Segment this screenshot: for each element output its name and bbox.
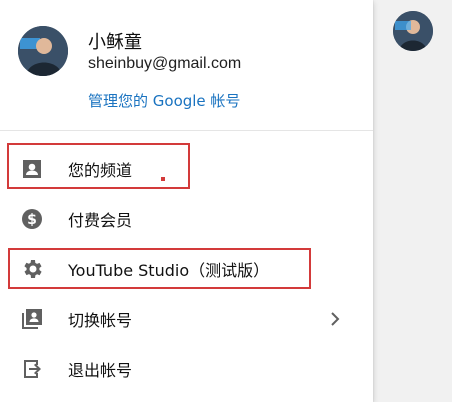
svg-text:$: $: [27, 212, 37, 228]
gear-icon: [20, 257, 44, 281]
menu-item-sign-out[interactable]: 退出帐号: [0, 344, 373, 394]
menu-items: 您的频道 $ 付费会员 YouTube Studio（测试版） 切换帐号 退出帐…: [0, 144, 373, 394]
account-menu: 小稣童 sheinbuy@gmail.com 管理您的 Google 帐号 您的…: [0, 0, 373, 402]
dollar-circle-icon: $: [20, 207, 44, 231]
menu-item-your-channel[interactable]: 您的频道: [0, 144, 373, 194]
account-email: sheinbuy@gmail.com: [88, 55, 242, 72]
topbar-avatar[interactable]: [393, 11, 433, 51]
menu-item-paid-memberships[interactable]: $ 付费会员: [0, 194, 373, 244]
person-box-icon: [20, 157, 44, 181]
menu-item-youtube-studio[interactable]: YouTube Studio（测试版）: [0, 244, 373, 294]
menu-item-label: 退出帐号: [68, 361, 133, 380]
annotation-dot: [161, 177, 165, 181]
account-name: 小稣童: [88, 32, 142, 53]
chevron-right-icon: [323, 307, 347, 331]
menu-item-switch-account[interactable]: 切换帐号: [0, 294, 373, 344]
menu-item-label: 付费会员: [68, 211, 133, 230]
avatar: [18, 26, 68, 76]
menu-item-label: YouTube Studio（测试版）: [68, 261, 270, 280]
account-header: 小稣童 sheinbuy@gmail.com 管理您的 Google 帐号: [0, 0, 373, 131]
manage-account-link[interactable]: 管理您的 Google 帐号: [88, 90, 240, 111]
menu-item-label: 切换帐号: [68, 311, 133, 330]
sign-out-icon: [20, 357, 44, 381]
switch-accounts-icon: [20, 307, 44, 331]
menu-item-label: 您的频道: [68, 161, 133, 180]
